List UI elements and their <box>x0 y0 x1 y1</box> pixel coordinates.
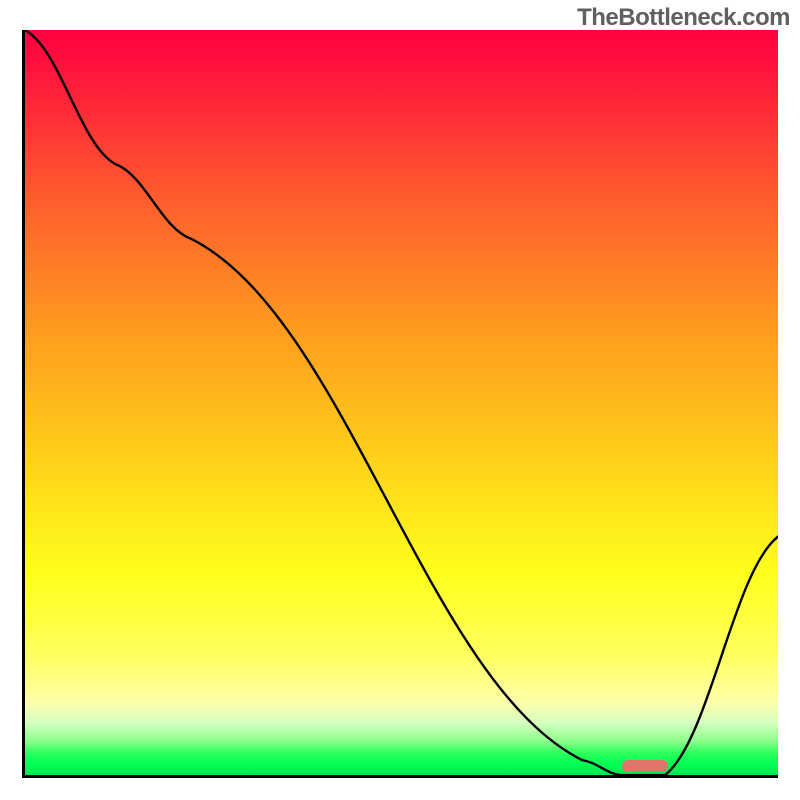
chart-frame: TheBottleneck.com <box>0 0 800 800</box>
optimal-range-marker <box>622 760 667 772</box>
plot-area <box>22 30 778 778</box>
bottleneck-curve <box>25 30 778 775</box>
bottleneck-curve-path <box>25 30 778 775</box>
watermark-text: TheBottleneck.com <box>577 4 790 32</box>
